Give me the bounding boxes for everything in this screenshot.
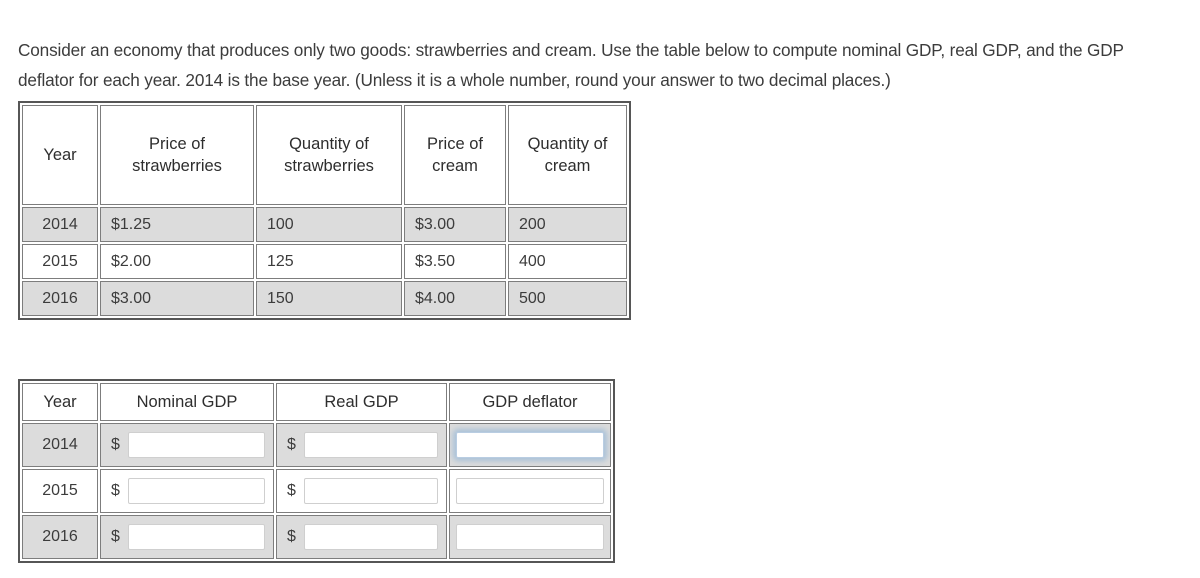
table-row: 2015 $ $ <box>22 469 611 513</box>
goods-cell-price-cream-2014: $3.00 <box>404 207 506 242</box>
table-row: 2015 $2.00 125 $3.50 400 <box>22 244 627 279</box>
nominal-gdp-2016-input[interactable] <box>127 524 265 550</box>
gdp-deflator-2015-field-wrap <box>450 470 610 512</box>
goods-cell-year-2015: 2015 <box>22 244 98 279</box>
answers-header-year: Year <box>22 383 98 421</box>
goods-header-quantity-cream: Quantity of cream <box>508 105 627 205</box>
nominal-gdp-2015-input[interactable] <box>127 478 265 504</box>
goods-cell-price-cream-2015: $3.50 <box>404 244 506 279</box>
question-prompt: Consider an economy that produces only t… <box>18 40 1129 91</box>
real-gdp-2016-input[interactable] <box>303 524 438 550</box>
answers-table-header: Year Nominal GDP Real GDP GDP deflator <box>22 383 611 421</box>
answers-cell-real-2016: $ <box>276 515 447 559</box>
table-row: 2016 $3.00 150 $4.00 500 <box>22 281 627 316</box>
dollar-sign-icon: $ <box>111 528 120 545</box>
real-gdp-2015-input[interactable] <box>303 478 438 504</box>
answers-cell-deflator-2016 <box>449 515 611 559</box>
answers-cell-deflator-2015 <box>449 469 611 513</box>
nominal-gdp-2014-input[interactable] <box>127 432 265 458</box>
goods-header-price-strawberries: Price of strawberries <box>100 105 254 205</box>
answers-cell-nominal-2016: $ <box>100 515 274 559</box>
real-gdp-2015-field-wrap: $ <box>277 470 446 512</box>
answers-cell-year-2015: 2015 <box>22 469 98 513</box>
goods-cell-qty-straw-2015: 125 <box>256 244 402 279</box>
answers-header-row: Year Nominal GDP Real GDP GDP deflator <box>22 383 611 421</box>
answers-table-body: 2014 $ $ 2015 $ $ 2016 $ $ <box>22 423 611 559</box>
goods-cell-qty-cream-2016: 500 <box>508 281 627 316</box>
dollar-sign-icon: $ <box>287 436 296 453</box>
goods-cell-year-2016: 2016 <box>22 281 98 316</box>
gdp-deflator-2016-input[interactable] <box>456 524 604 550</box>
nominal-gdp-2016-field-wrap: $ <box>101 516 273 558</box>
answers-header-nominal-gdp: Nominal GDP <box>100 383 274 421</box>
answers-cell-nominal-2015: $ <box>100 469 274 513</box>
dollar-sign-icon: $ <box>287 482 296 499</box>
goods-cell-qty-straw-2014: 100 <box>256 207 402 242</box>
answers-cell-deflator-2014 <box>449 423 611 467</box>
table-row: 2016 $ $ <box>22 515 611 559</box>
goods-header-row: Year Price of strawberries Quantity of s… <box>22 105 627 205</box>
real-gdp-2014-field-wrap: $ <box>277 424 446 466</box>
gdp-deflator-2016-field-wrap <box>450 516 610 558</box>
gdp-deflator-2015-input[interactable] <box>456 478 604 504</box>
goods-cell-qty-cream-2014: 200 <box>508 207 627 242</box>
goods-table-body: 2014 $1.25 100 $3.00 200 2015 $2.00 125 … <box>22 207 627 316</box>
nominal-gdp-2014-field-wrap: $ <box>101 424 273 466</box>
nominal-gdp-2015-field-wrap: $ <box>101 470 273 512</box>
answers-header-gdp-deflator: GDP deflator <box>449 383 611 421</box>
goods-header-quantity-strawberries: Quantity of strawberries <box>256 105 402 205</box>
answers-cell-year-2014: 2014 <box>22 423 98 467</box>
table-row: 2014 $1.25 100 $3.00 200 <box>22 207 627 242</box>
goods-header-price-cream: Price of cream <box>404 105 506 205</box>
goods-data-table: Year Price of strawberries Quantity of s… <box>18 101 631 320</box>
gdp-deflator-2014-input[interactable] <box>456 432 604 458</box>
answers-cell-real-2015: $ <box>276 469 447 513</box>
goods-cell-price-cream-2016: $4.00 <box>404 281 506 316</box>
goods-cell-year-2014: 2014 <box>22 207 98 242</box>
dollar-sign-icon: $ <box>111 436 120 453</box>
table-row: 2014 $ $ <box>22 423 611 467</box>
dollar-sign-icon: $ <box>287 528 296 545</box>
answers-cell-real-2014: $ <box>276 423 447 467</box>
goods-cell-qty-cream-2015: 400 <box>508 244 627 279</box>
real-gdp-2014-input[interactable] <box>303 432 438 458</box>
real-gdp-2016-field-wrap: $ <box>277 516 446 558</box>
goods-table-header: Year Price of strawberries Quantity of s… <box>22 105 627 205</box>
answers-header-real-gdp: Real GDP <box>276 383 447 421</box>
answers-input-table: Year Nominal GDP Real GDP GDP deflator 2… <box>18 379 615 563</box>
goods-cell-price-straw-2015: $2.00 <box>100 244 254 279</box>
dollar-sign-icon: $ <box>111 482 120 499</box>
gdp-deflator-2014-field-wrap <box>450 424 610 466</box>
answers-cell-nominal-2014: $ <box>100 423 274 467</box>
goods-cell-price-straw-2014: $1.25 <box>100 207 254 242</box>
goods-header-year: Year <box>22 105 98 205</box>
answers-cell-year-2016: 2016 <box>22 515 98 559</box>
goods-cell-qty-straw-2016: 150 <box>256 281 402 316</box>
goods-cell-price-straw-2016: $3.00 <box>100 281 254 316</box>
